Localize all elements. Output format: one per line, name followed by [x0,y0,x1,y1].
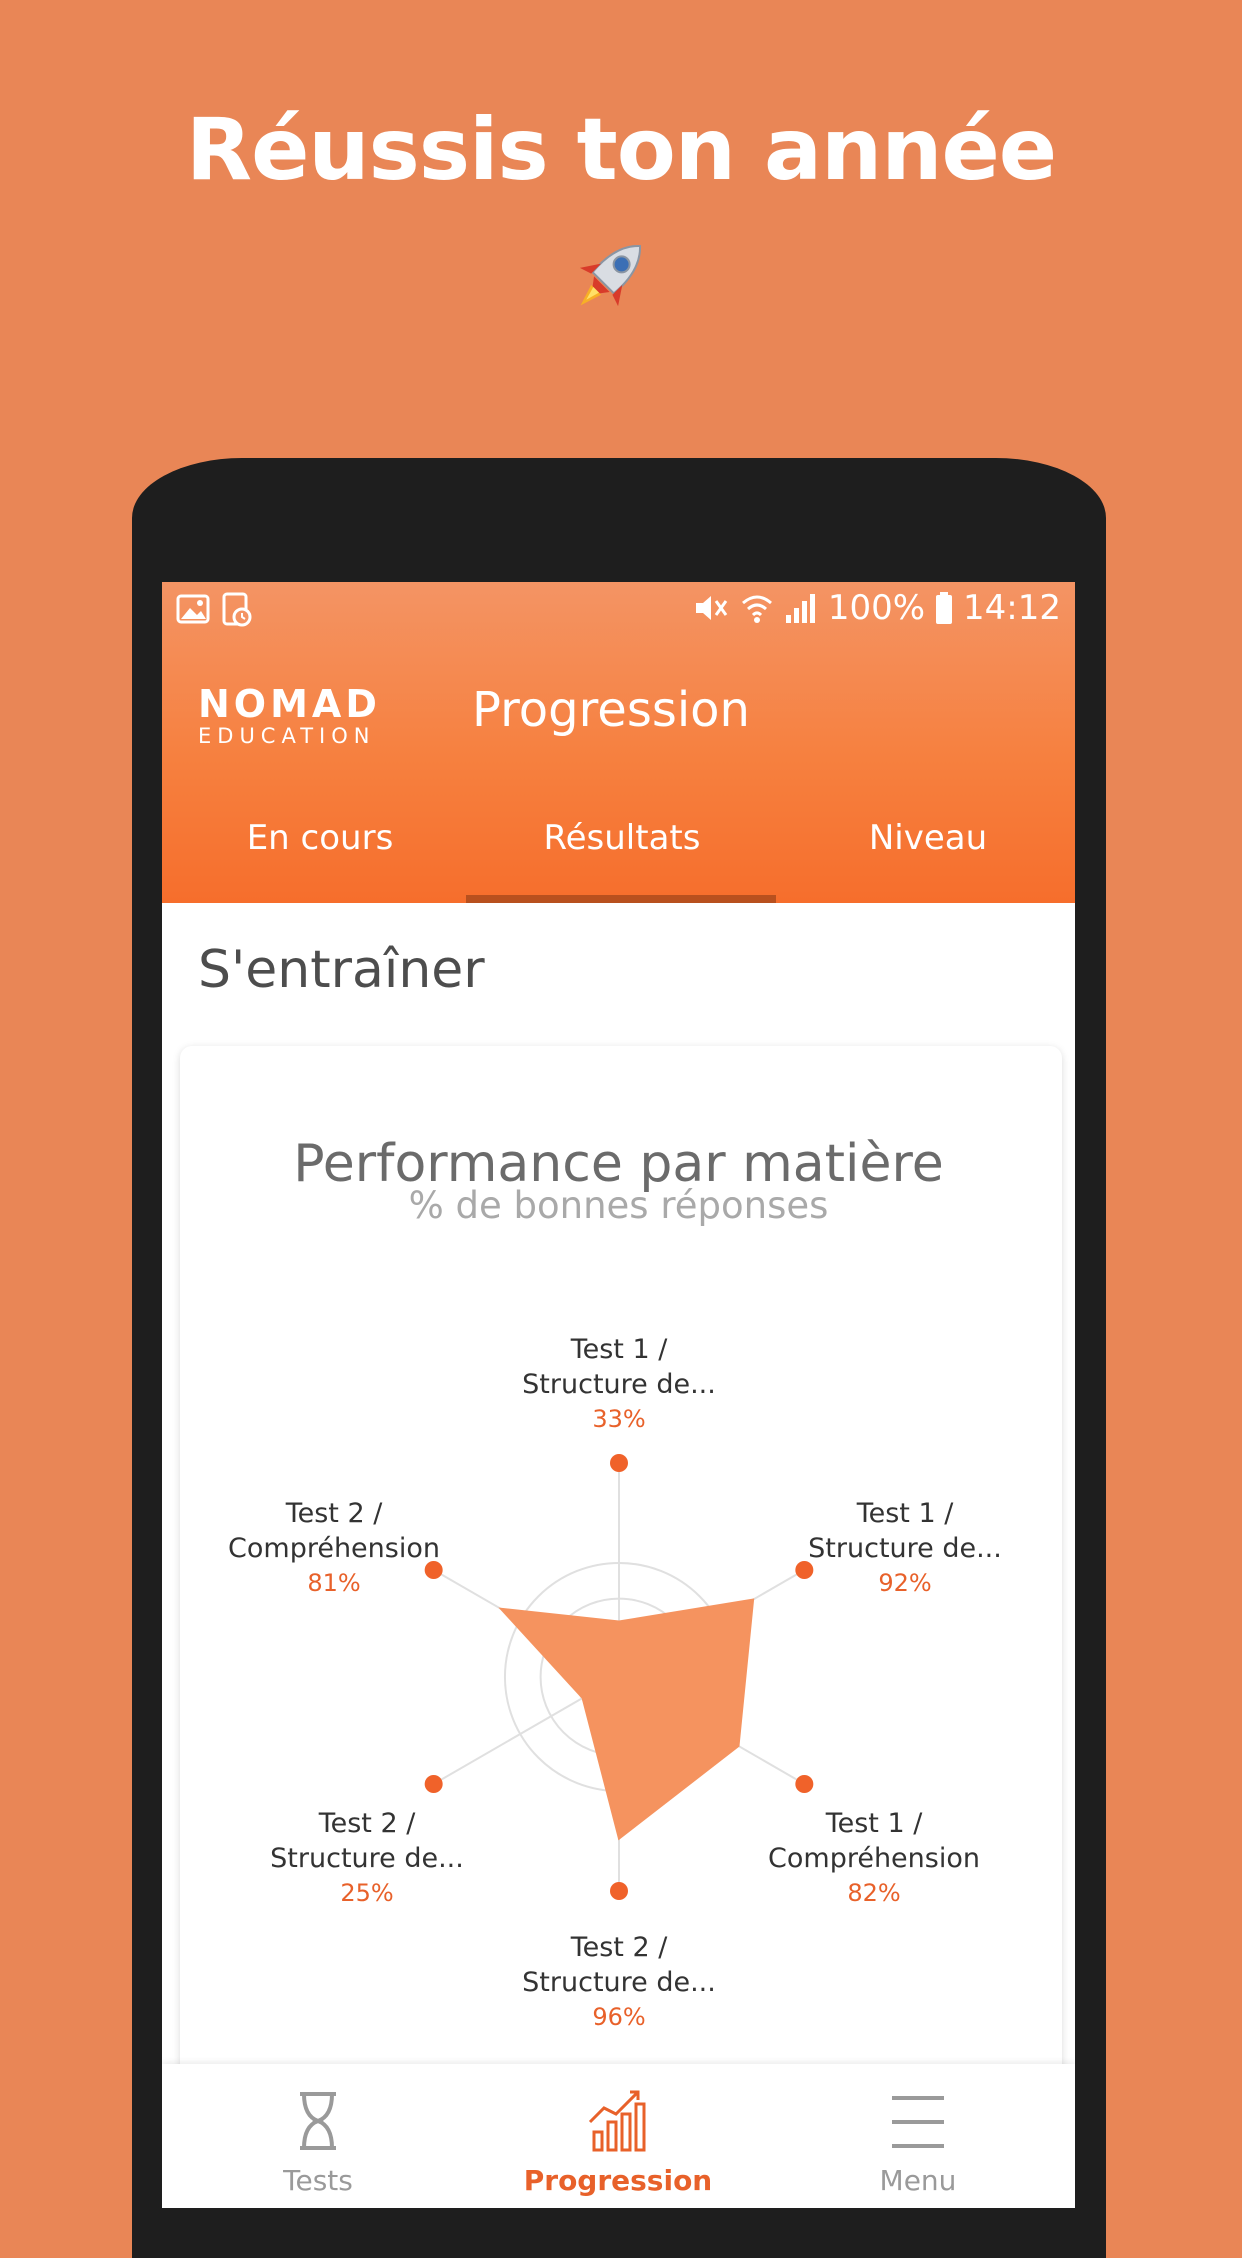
radar-axis-value: 25% [340,1879,394,1907]
radar-axis-label-line1: Test 2 / [570,1932,668,1963]
headline: Réussis ton année [185,100,1057,200]
radar-axis-label-line2: Compréhension [228,1533,440,1564]
radar-axis-label-line1: Test 1 / [856,1498,954,1529]
nav-progression[interactable]: Progression [468,2064,768,2208]
radar-axis-label-line2: Structure de... [808,1533,1002,1564]
radar-axis-label-line1: Test 2 / [318,1808,416,1839]
radar-axis-label-line2: Structure de... [522,1369,716,1400]
radar-axis-label-line2: Structure de... [522,1967,716,1998]
radar-axis-value: 92% [878,1569,932,1597]
radar-axis-label: Test 2 / Compréhension 81% [204,1496,464,1601]
nav-menu[interactable]: Menu [768,2064,1068,2208]
radar-axis-value: 82% [847,1879,901,1907]
radar-axis-marker [610,1454,628,1472]
rocket-icon [579,245,641,307]
radar-axis-label-line1: Test 1 / [825,1808,923,1839]
bottom-nav: Tests Progression Menu [162,2064,1075,2208]
nav-menu-label: Menu [879,2164,957,2197]
radar-area [498,1598,755,1841]
radar-axis-label: Test 1 / Compréhension 82% [744,1806,1004,1911]
radar-axis-label: Test 1 / Structure de... 33% [489,1332,749,1437]
radar-axis-value: 81% [307,1569,361,1597]
radar-axis-marker [795,1775,814,1793]
nav-tests-label: Tests [283,2164,353,2197]
radar-axis-label-line2: Compréhension [768,1843,980,1874]
radar-axis-value: 96% [592,2003,646,2031]
chart-icon [588,2090,646,2152]
radar-axis-marker [424,1775,443,1793]
hourglass-icon [300,2092,336,2150]
radar-axis-value: 33% [592,1405,646,1433]
app-screen: 100% 14:12 NOMAD EDUCATION Progression E… [162,582,1075,2208]
radar-axis-label-line1: Test 2 / [285,1498,383,1529]
radar-axis-label: Test 2 / Structure de... 96% [489,1930,749,2035]
radar-axis-marker [610,1882,628,1900]
radar-axis-label-line1: Test 1 / [570,1334,668,1365]
radar-axis-label-line2: Structure de... [270,1843,464,1874]
nav-tests[interactable]: Tests [168,2064,468,2208]
radar-axis-label: Test 2 / Structure de... 25% [237,1806,497,1911]
radar-axis-label: Test 1 / Structure de... 92% [775,1496,1035,1601]
nav-progression-label: Progression [523,2164,713,2197]
menu-icon [892,2096,944,2148]
